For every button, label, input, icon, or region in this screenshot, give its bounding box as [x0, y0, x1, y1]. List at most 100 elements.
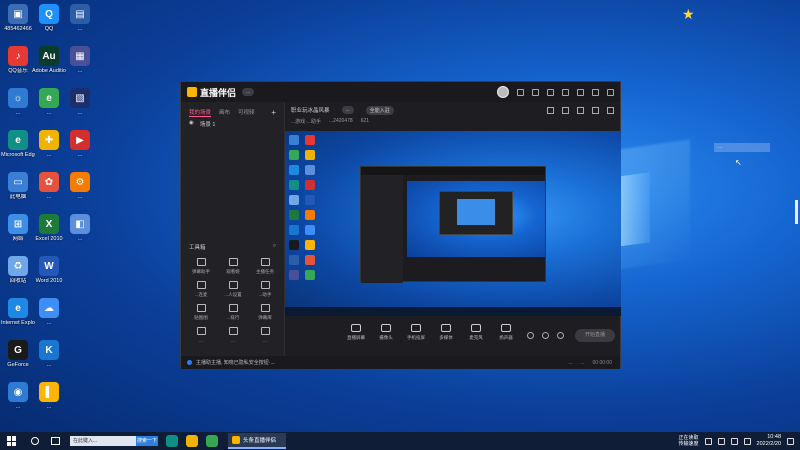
- toolbox-item[interactable]: ...排行: [217, 304, 249, 321]
- tray-icon-2[interactable]: [717, 437, 725, 445]
- desktop-icon[interactable]: ▤...: [63, 4, 97, 33]
- notification-icon[interactable]: [787, 437, 794, 445]
- record-icon[interactable]: [542, 332, 549, 339]
- taskbar-app-live[interactable]: 头条直播伴侣: [228, 433, 286, 449]
- source-control-button[interactable]: 直播屏幕: [343, 322, 369, 341]
- message-icon[interactable]: [517, 88, 524, 96]
- start-button[interactable]: [7, 436, 17, 446]
- theme-icon[interactable]: [547, 88, 554, 96]
- desktop-icon[interactable]: W Word 2010: [32, 256, 66, 285]
- toolbox-item[interactable]: ...助手: [249, 281, 281, 298]
- source-control-button[interactable]: 麦克风: [463, 322, 489, 341]
- network-icon[interactable]: [730, 437, 738, 445]
- desktop-icon[interactable]: ▦...: [63, 46, 97, 75]
- desktop-icon[interactable]: e Microsoft Edge: [1, 130, 35, 159]
- share-icon[interactable]: [607, 106, 614, 114]
- lock-icon[interactable]: [562, 106, 569, 114]
- desktop-icon[interactable]: ☼...: [1, 88, 35, 117]
- shop-icon[interactable]: [577, 106, 584, 114]
- avatar[interactable]: [497, 86, 509, 98]
- tool-label: 弹幕库: [258, 315, 272, 320]
- desktop-icon[interactable]: ♪ QQ音乐: [1, 46, 35, 75]
- minimize-icon[interactable]: [577, 88, 584, 96]
- desktop-icon[interactable]: ☁...: [32, 298, 66, 327]
- room-join-button[interactable]: 全能入驻: [365, 105, 394, 115]
- desktop-icon[interactable]: ▧...: [63, 88, 97, 117]
- help-icon[interactable]: [562, 88, 569, 96]
- source-control-button[interactable]: 多媒体: [433, 322, 459, 341]
- tool-icon: [196, 281, 206, 289]
- desktop-icon[interactable]: X Excel 2010: [32, 214, 66, 243]
- toolbox-item[interactable]: 观看姬: [217, 258, 249, 275]
- gear-icon[interactable]: [557, 332, 564, 339]
- desktop-icon[interactable]: Au Adobe Audition: [32, 46, 66, 75]
- folder-taskbar-icon[interactable]: [186, 435, 198, 447]
- desktop-icon[interactable]: ▌...: [32, 382, 66, 411]
- toolbox-item[interactable]: ...: [249, 327, 281, 343]
- close-icon[interactable]: [607, 88, 614, 96]
- desktop-icon[interactable]: ♻ 回收站: [1, 256, 35, 285]
- toolbox-item[interactable]: ...: [217, 327, 249, 343]
- browser-taskbar-icon[interactable]: [206, 435, 218, 447]
- tab-video[interactable]: 可视频: [238, 108, 255, 116]
- desktop-icon[interactable]: e...: [32, 88, 66, 117]
- taskbar-search-button[interactable]: 搜索一下: [136, 436, 158, 446]
- taskbar-search-input[interactable]: 在此键入...: [70, 436, 136, 446]
- task-view-icon[interactable]: [51, 437, 60, 445]
- desktop-icon[interactable]: G GeForce: [1, 340, 35, 369]
- toolbox-title: 工具箱: [189, 245, 206, 251]
- desktop-icon[interactable]: ▣ 485462466: [1, 4, 35, 33]
- tray-icon-1[interactable]: [704, 437, 712, 445]
- clock[interactable]: 10:48 2022/2/20: [757, 434, 781, 448]
- settings-icon[interactable]: [532, 88, 539, 96]
- source-control-button[interactable]: 扬声器: [493, 322, 519, 341]
- toolbox-grid: 弹幕助手 观看姬 主播任务 ...连麦 ...人设置 ...助手贴图图 ...排行 弹幕库..…: [185, 258, 281, 343]
- desktop-icon[interactable]: ▶...: [63, 130, 97, 159]
- desktop-icon[interactable]: ◉...: [1, 382, 35, 411]
- add-scene-icon[interactable]: +: [271, 108, 276, 117]
- source-control-button[interactable]: 手机投屏: [403, 322, 429, 341]
- gift-icon[interactable]: [547, 106, 554, 114]
- desktop-icon[interactable]: ✿...: [32, 172, 66, 201]
- start-live-button[interactable]: 开始直播: [575, 329, 615, 342]
- desktop-icon[interactable]: ◧...: [63, 214, 97, 243]
- toolbox-item[interactable]: ...连麦: [185, 281, 217, 298]
- toolbox-item[interactable]: ...人设置: [217, 281, 249, 298]
- desktop-icon[interactable]: K...: [32, 340, 66, 369]
- tab-canvas[interactable]: 画布: [219, 108, 230, 116]
- eye-icon[interactable]: ◉: [189, 120, 194, 128]
- scene-sidebar: 我的场景 画布 可视频 + ◉ 场景 1 工具箱 ○ 弹幕助手 观看姬 主播任务..…: [181, 102, 285, 369]
- stream-preview[interactable]: [285, 131, 621, 316]
- bell-icon[interactable]: [592, 106, 599, 114]
- toolbox-item[interactable]: 弹幕助手: [185, 258, 217, 275]
- version-badge[interactable]: ...: [242, 88, 255, 96]
- desktop-icon[interactable]: ✚...: [32, 130, 66, 159]
- edge-scroll-handle[interactable]: [795, 200, 798, 224]
- preview-desktop-icon: [305, 225, 315, 235]
- camera-icon[interactable]: [527, 332, 534, 339]
- scene-item[interactable]: ◉ 场景 1: [181, 116, 284, 132]
- desktop-app-icon: K: [39, 340, 59, 360]
- tab-my-scenes[interactable]: 我的场景: [189, 108, 212, 117]
- source-control-button[interactable]: 摄像头: [373, 322, 399, 341]
- room-title[interactable]: 职业玩冰晶风暴: [291, 106, 330, 114]
- desktop-icon[interactable]: ▭ 此电脑: [1, 172, 35, 201]
- toolbox-item[interactable]: ...: [185, 327, 217, 343]
- desktop-icon-label: QQ: [44, 26, 54, 32]
- volume-icon[interactable]: [743, 437, 751, 445]
- toolbox-more-icon[interactable]: ○: [273, 243, 276, 251]
- desktop-icon[interactable]: ⚙...: [63, 172, 97, 201]
- star-icon[interactable]: ★: [682, 6, 695, 23]
- desktop-icon[interactable]: e Internet Explorer: [1, 298, 35, 327]
- desktop-icon[interactable]: ⊞ 网络: [1, 214, 35, 243]
- room-tag[interactable]: ...: [341, 106, 354, 114]
- toolbox-item[interactable]: 弹幕库: [249, 304, 281, 321]
- desktop-icon[interactable]: Q QQ: [32, 4, 66, 33]
- toolbox-item[interactable]: 贴图图: [185, 304, 217, 321]
- maximize-icon[interactable]: [592, 88, 599, 96]
- toolbox-header: 工具箱 ○: [189, 243, 276, 251]
- source-control-label: 摄像头: [379, 335, 393, 340]
- edge-taskbar-icon[interactable]: [166, 435, 178, 447]
- search-icon[interactable]: [31, 437, 39, 445]
- toolbox-item[interactable]: 主播任务: [249, 258, 281, 275]
